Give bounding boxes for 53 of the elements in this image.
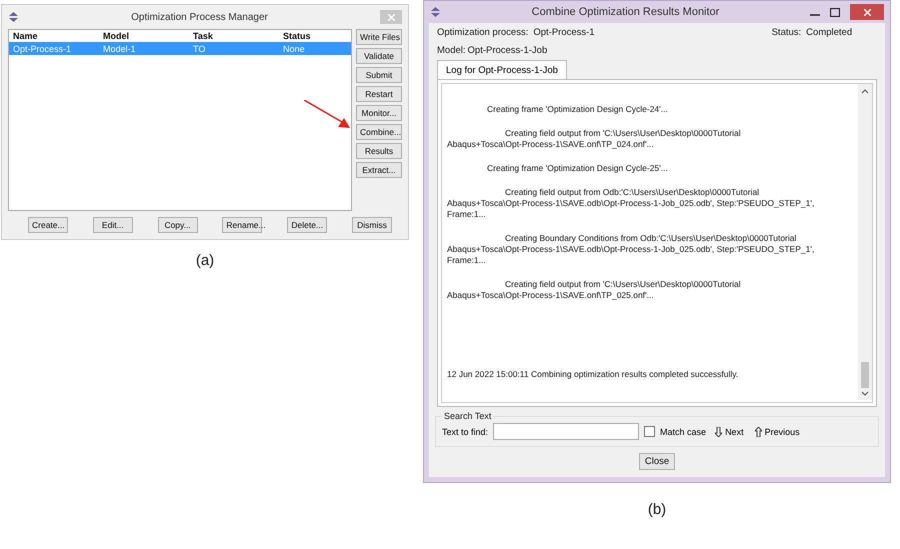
up-arrow-icon [754, 426, 762, 436]
window-title: Combine Optimization Results Monitor [530, 6, 720, 18]
action-button[interactable]: Validate [356, 48, 402, 64]
app-icon [8, 12, 19, 22]
action-button[interactable]: Copy... [158, 217, 198, 233]
action-button[interactable]: Write Files [356, 29, 402, 45]
action-button[interactable]: Dismiss [352, 217, 392, 233]
maximize-icon[interactable] [830, 8, 840, 16]
close-icon [388, 14, 394, 20]
action-button[interactable]: Create... [28, 217, 68, 233]
group-title: Search Text [443, 411, 492, 421]
field-value: Opt-Process-1-Job [468, 44, 548, 56]
action-button[interactable]: Monitor... [356, 105, 402, 121]
field-label: Model: [437, 44, 466, 56]
log-entry: Creating frame 'Optimization Design Cycle-25'... [486, 163, 669, 174]
field-value: Opt-Process-1 [533, 26, 595, 38]
pointer-arrow [304, 100, 352, 130]
action-button[interactable]: Combine... [356, 124, 402, 140]
action-button[interactable]: Edit... [92, 217, 133, 233]
window-title: Optimization Process Manager [130, 12, 269, 22]
action-button[interactable]: Restart [356, 86, 402, 102]
action-button[interactable]: Submit [356, 67, 402, 83]
close-button[interactable]: Close [639, 453, 675, 470]
column-header: Status [283, 31, 312, 41]
log-entry: Creating field output from Odb:'C:\Users\User\Desktop\0000Tutorial Abaqus+Tosca\Opt-Process-1\SAVE.odb\Opt-Process-1-Job_025.odb', Step:'PSEUDO_STEP_1', Frame:1... [447, 187, 816, 220]
field-value: Completed [806, 26, 852, 38]
log-entry: Creating field output from 'C:\Users\User\Desktop\0000Tutorial Abaqus+Tosca\Opt-Process-1\SAVE.onf\TP_024.onf'... [447, 128, 742, 150]
log-entry: Creating field output from 'C:\Users\User\Desktop\0000Tutorial Abaqus+Tosca\Opt-Process-1\SAVE.onf\TP_025.onf'... [447, 279, 742, 301]
close-button[interactable] [850, 4, 884, 20]
next-button[interactable]: Next [715, 426, 744, 436]
log-entry: 12 Jun 2022 15:00:11 Combining optimization results completed successfully. [447, 369, 740, 380]
search-field[interactable] [493, 423, 640, 440]
checkbox-label: Match case [660, 426, 706, 436]
figure-caption: (b) [648, 501, 666, 518]
checkbox[interactable] [644, 426, 656, 437]
previous-button[interactable]: Previous [754, 426, 800, 436]
action-button[interactable]: Extract... [356, 162, 402, 178]
close-icon [864, 8, 870, 16]
field-label: Optimization process: [437, 26, 528, 38]
log-entry: Creating Boundary Conditions from Odb:'C:\Users\User\Desktop\0000Tutorial Abaqus+Tosca\Opt-Process-1\SAVE.odb\Opt-Process-1-Job_025.odb', Step:'PSEUDO_STEP_1', Frame:1... [447, 233, 816, 266]
field-label: Text to find: [442, 426, 488, 436]
action-button[interactable]: Results [356, 143, 402, 159]
tab[interactable]: Log for Opt-Process-1-Job [437, 60, 567, 79]
down-arrow-icon [715, 426, 722, 436]
action-button[interactable]: Rename... [222, 217, 262, 233]
figure-caption: (a) [196, 252, 214, 269]
field-label: Status: [772, 26, 802, 38]
log-entry: Creating frame 'Optimization Design Cycle-24'... [486, 104, 669, 115]
action-button[interactable]: Delete... [287, 217, 328, 233]
column-header: Name [13, 31, 39, 41]
column-header: Task [193, 31, 214, 41]
app-icon [430, 6, 441, 18]
column-header: Model [103, 31, 130, 41]
